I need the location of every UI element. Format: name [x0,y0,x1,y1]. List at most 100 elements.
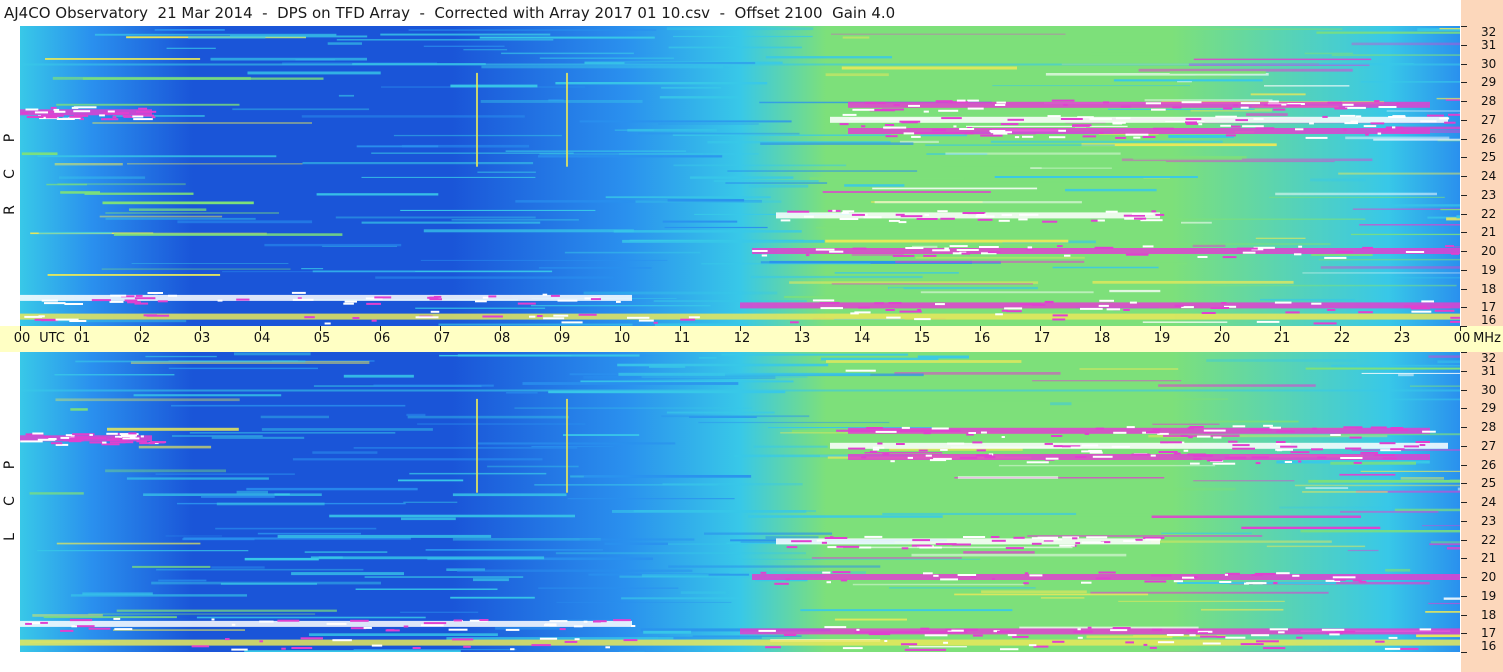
rfi-speckle [1390,448,1405,451]
rfi-speckle [292,298,314,301]
rfi-speckle [1111,445,1130,448]
rfi-speckle [1363,125,1377,128]
freq-tick-label: 25 [1481,150,1497,165]
rfi-speckle [852,108,875,111]
noise-streak [60,191,100,194]
noise-streak [889,587,1036,589]
rfi-speckle [453,619,463,622]
freq-tick-mark [1461,82,1467,84]
noise-streak [1079,368,1179,370]
noise-streak [105,217,256,220]
rfi-speckle [1335,250,1353,253]
rfi-speckle [791,540,812,543]
noise-streak [1026,53,1100,57]
rfi-speckle [824,537,848,539]
rfi-speckle [225,638,230,641]
rfi-speckle [1256,320,1280,323]
rfi-speckle [1051,99,1075,102]
noise-streak [158,579,207,582]
noise-streak [312,451,378,454]
freq-tick-label: 16 [1481,313,1497,327]
freq-tick-label: 25 [1481,476,1497,491]
rfi-speckle [815,248,835,251]
rfi-speckle [964,132,974,135]
rfi-speckle [1022,135,1034,138]
noise-streak [1131,156,1247,159]
rfi-speckle [1358,311,1373,314]
rfi-speckle [1149,646,1157,649]
rfi-speckle [1203,429,1226,432]
rfi-speckle [1001,436,1005,438]
noise-streak [834,618,907,621]
noise-streak [400,209,596,211]
rfi-speckle [901,426,910,429]
rfi-speckle [1274,301,1292,304]
rfi-speckle [1335,630,1356,633]
rfi-speckle [1317,456,1327,459]
noise-streak [1443,597,1460,600]
noise-streak [1351,233,1460,236]
rfi-speckle [113,617,121,620]
rfi-speckle [1284,461,1292,463]
noise-streak [534,484,718,486]
rfi-speckle [1059,544,1075,547]
rfi-speckle [901,643,918,646]
rfi-speckle [874,302,884,305]
rfi-speckle [1150,454,1156,457]
utc-tick-label: 06 [373,331,391,346]
noise-streak [564,251,701,254]
noise-streak [874,201,1082,204]
rfi-speckle [88,627,111,630]
rfi-speckle [774,582,789,585]
noise-streak [1300,530,1460,533]
noise-streak [479,36,655,39]
rfi-speckle [1225,636,1246,639]
noise-streak [1310,178,1366,182]
noise-streak [1430,541,1460,544]
rfi-speckle [557,299,578,302]
rfi-speckle [872,446,885,449]
noise-streak [371,152,574,154]
mhz-axis-label: MHz [1473,331,1501,346]
noise-streak [309,633,498,636]
rfi-speckle [884,640,888,642]
rfi-speckle [826,581,831,584]
noise-streak [734,558,981,560]
noise-streak [55,398,240,402]
rfi-speckle [839,218,859,220]
freq-tick-label: 26 [1481,131,1497,146]
rfi-speckle [73,114,89,117]
rfi-speckle [1189,634,1196,637]
rfi-speckle [963,536,986,538]
rfi-speckle [102,441,107,444]
rfi-speckle [1143,643,1148,646]
noise-streak [1193,480,1295,482]
noise-streak [1142,321,1228,323]
rfi-speckle [1298,245,1303,248]
rfi-speckle [861,456,867,459]
freq-tick-mark [1461,26,1467,27]
rfi-speckle [886,316,901,319]
noise-streak [21,152,58,156]
rfi-speckle [1206,459,1223,462]
rfi-speckle [1439,117,1450,120]
reference-line [20,389,1460,392]
rfi-speckle [236,298,250,301]
rfi-speckle [947,442,965,445]
noise-streak [721,353,909,356]
noise-streak [1436,97,1460,100]
rfi-speckle [112,116,117,119]
rfi-speckle [1152,428,1161,431]
freq-tick-label: 18 [1481,607,1497,622]
rfi-speckle [75,625,95,628]
noise-streak [156,568,364,571]
noise-streak [155,473,295,475]
noise-streak [274,493,290,496]
rfi-speckle [1251,456,1269,459]
rfi-speckle [1005,547,1024,550]
noise-streak [1294,484,1460,487]
rfi-speckle [133,118,153,121]
rfi-speckle [1276,572,1290,575]
rfi-speckle [1280,445,1298,448]
freq-tick-mark [1461,520,1467,522]
